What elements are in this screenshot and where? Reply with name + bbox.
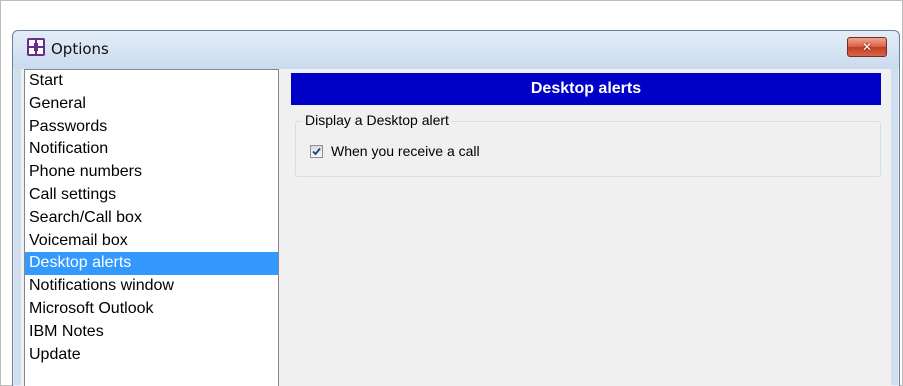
title-bar[interactable]: Options ✕ xyxy=(13,31,899,69)
sidebar-item-phone-numbers[interactable]: Phone numbers xyxy=(25,161,278,184)
options-category-list[interactable]: Start General Passwords Notification Phone n… xyxy=(24,69,279,386)
panel-header: Desktop alerts xyxy=(291,73,881,105)
checkmark-icon xyxy=(312,147,321,155)
sidebar-item-notification[interactable]: Notification xyxy=(25,138,278,161)
window-client-area: Start General Passwords Notification Phone n… xyxy=(21,69,891,386)
sidebar-item-passwords[interactable]: Passwords xyxy=(25,116,278,139)
sidebar-item-desktop-alerts[interactable]: Desktop alerts xyxy=(25,252,278,276)
sidebar-item-general[interactable]: General xyxy=(25,93,278,116)
receive-call-option[interactable]: When you receive a call xyxy=(310,143,480,159)
receive-call-label: When you receive a call xyxy=(331,143,480,159)
sidebar-item-voicemail-box[interactable]: Voicemail box xyxy=(25,230,278,253)
sidebar-item-search-call-box[interactable]: Search/Call box xyxy=(25,207,278,230)
sidebar-item-start[interactable]: Start xyxy=(25,70,278,93)
sidebar-item-microsoft-outlook[interactable]: Microsoft Outlook xyxy=(25,298,278,321)
group-legend: Display a Desktop alert xyxy=(302,112,452,128)
close-icon: ✕ xyxy=(861,40,873,54)
close-button[interactable]: ✕ xyxy=(847,37,887,57)
settings-panel: Desktop alerts Display a Desktop alert W… xyxy=(291,73,881,386)
sidebar-item-ibm-notes[interactable]: IBM Notes xyxy=(25,321,278,344)
options-window: Options ✕ Start General Passwords Notificat… xyxy=(12,30,900,386)
desktop-alert-group: Display a Desktop alert When you receive… xyxy=(295,112,881,177)
window-title: Options xyxy=(51,40,109,58)
options-app-icon xyxy=(27,38,45,56)
sidebar-item-update[interactable]: Update xyxy=(25,344,278,367)
sidebar-item-notifications-window[interactable]: Notifications window xyxy=(25,275,278,298)
receive-call-checkbox[interactable] xyxy=(310,144,323,158)
sidebar-item-call-settings[interactable]: Call settings xyxy=(25,184,278,207)
